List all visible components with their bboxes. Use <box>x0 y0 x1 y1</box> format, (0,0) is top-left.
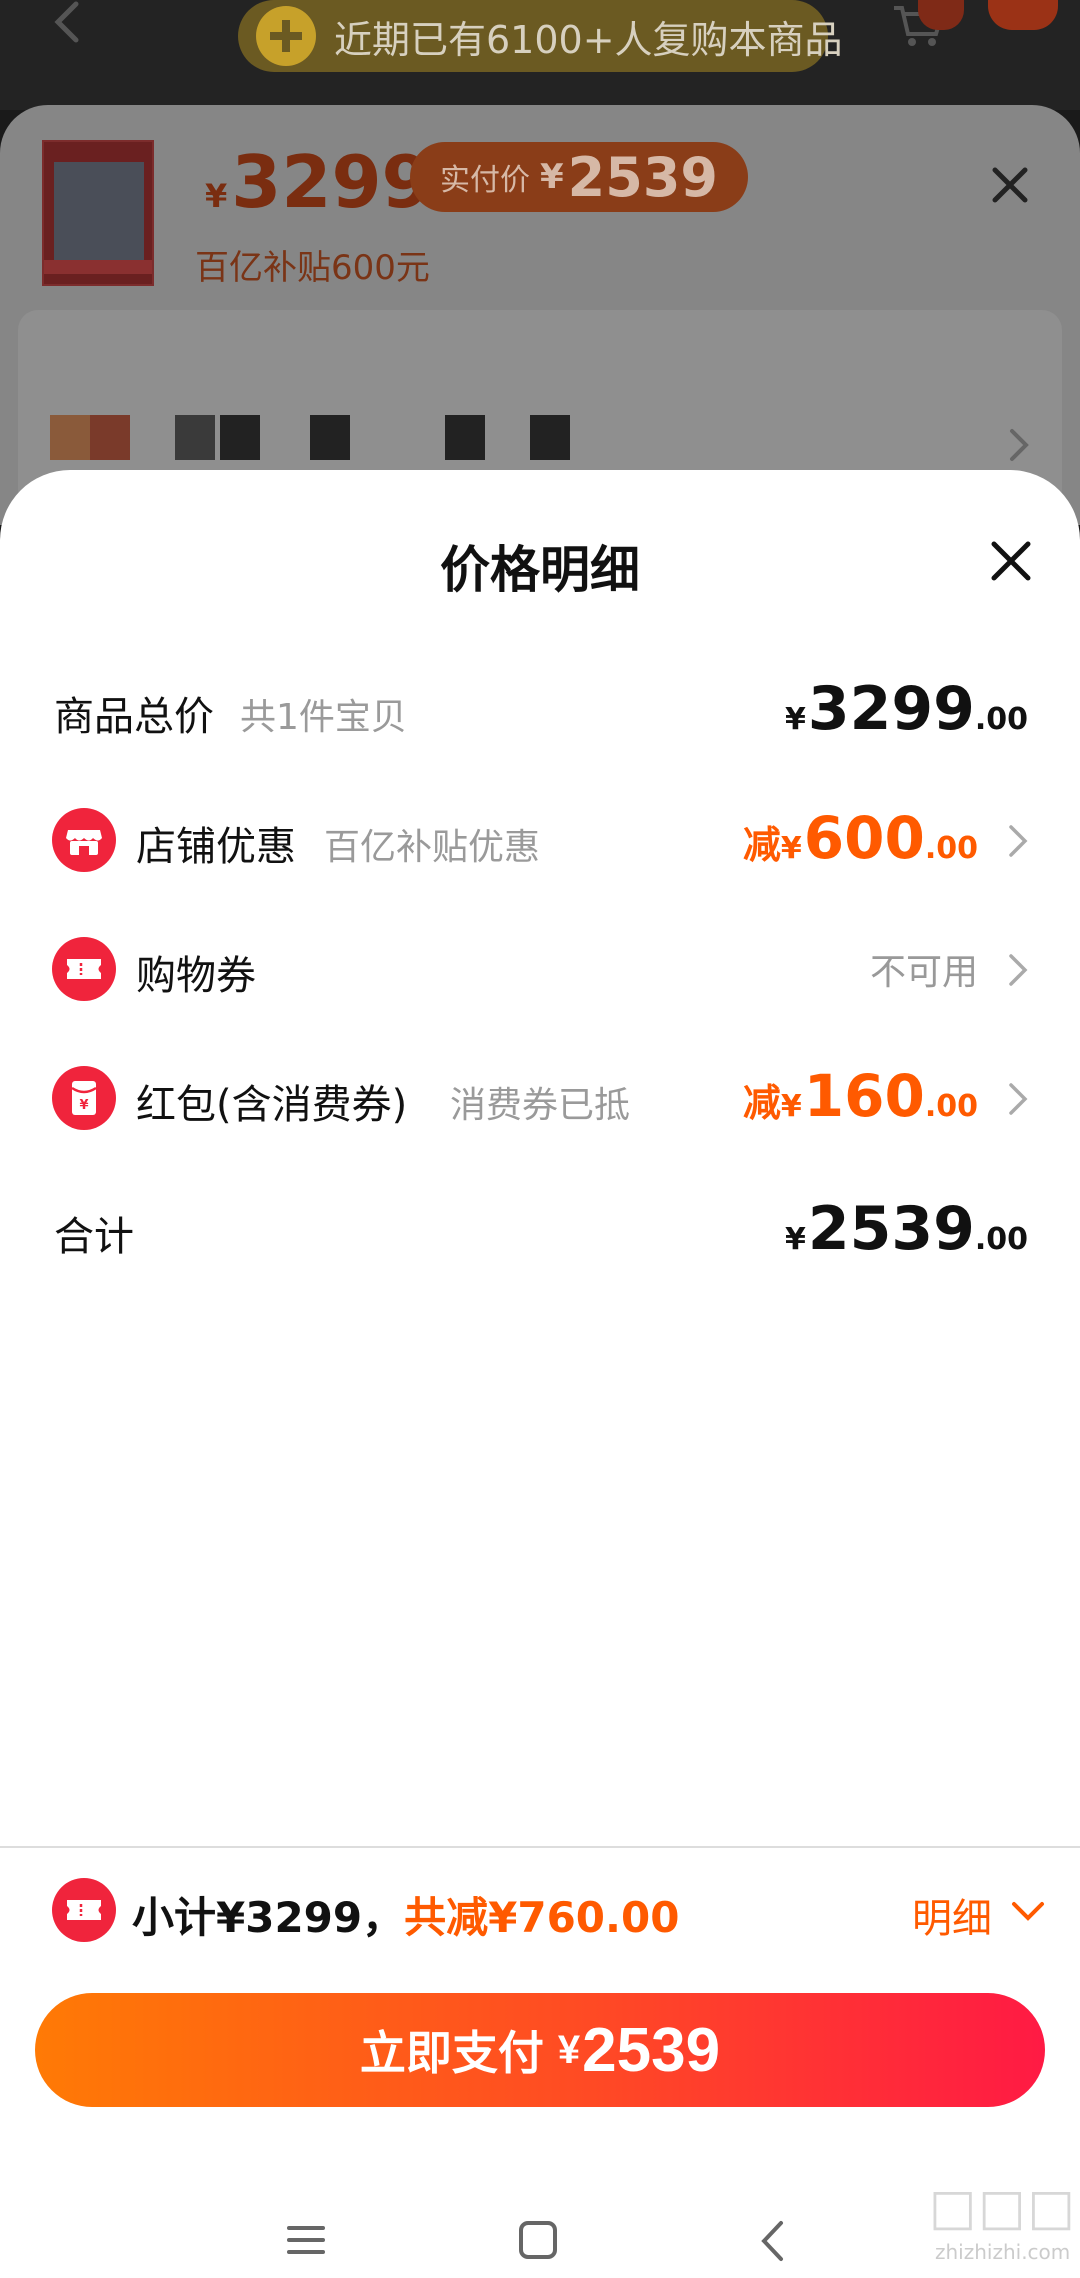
red-envelope-icon: ¥ <box>52 1066 116 1130</box>
divider <box>0 1846 1080 1848</box>
row-shop-discount-sub: 百亿补贴优惠 <box>324 827 541 868</box>
row-goods-total: 商品总价 共1件宝贝 ¥ 3299 .00 <box>0 670 1080 750</box>
sheet-title: 价格明细 <box>440 541 640 599</box>
chevron-right-icon <box>1009 825 1028 857</box>
total-discount-text: 共减¥760.00 <box>404 1893 680 1942</box>
row-shop-discount-amount: 减 ¥ 600 .00 <box>742 804 978 872</box>
recent-apps-icon[interactable] <box>285 2220 327 2260</box>
pay-now-label: 立即支付 <box>359 2027 544 2079</box>
row-goods-total-amount: ¥ 3299 .00 <box>784 674 1028 744</box>
pay-currency: ¥ <box>557 2027 581 2072</box>
back-chevron-icon <box>54 1 79 43</box>
notification-badge <box>988 0 1058 30</box>
price-detail-sheet: 价格明细 商品总价 共1件宝贝 ¥ 3299 .00 店铺优惠 百亿补贴优惠 减… <box>0 470 1080 2278</box>
chevron-down-icon[interactable] <box>1010 1900 1046 1922</box>
row-shopping-voucher-label: 购物券 <box>136 953 256 999</box>
row-shopping-voucher-status: 不可用 <box>869 952 978 993</box>
actual-price-badge: 实付价 ¥ 2539 <box>410 142 748 212</box>
row-goods-total-sub: 共1件宝贝 <box>240 697 407 738</box>
subtotal-text: 小计¥3299， <box>132 1893 405 1942</box>
pay-amount: 2539 <box>582 2015 721 2085</box>
watermark-glyphs: □□□ <box>929 2178 1077 2236</box>
row-grand-total: 合计 ¥ 2539 .00 <box>0 1190 1080 1270</box>
home-icon[interactable] <box>517 2218 559 2262</box>
redacted-content <box>50 415 610 460</box>
chevron-right-icon <box>1010 429 1029 461</box>
product-thumbnail <box>42 140 154 286</box>
subsidy-text: 百亿补贴600元 <box>195 248 430 288</box>
coupon-icon <box>52 1878 116 1942</box>
close-sheet-button[interactable] <box>988 538 1034 584</box>
chevron-right-icon <box>1009 1083 1028 1115</box>
coupon-icon <box>52 937 116 1001</box>
product-price: ¥ 3299 <box>205 140 432 224</box>
row-goods-total-label: 商品总价 <box>54 694 214 740</box>
row-red-envelope-label: 红包(含消费券) <box>136 1082 408 1128</box>
row-shopping-voucher[interactable]: 购物券 不可用 <box>0 929 1080 1009</box>
repurchase-banner: 近期已有6100+人复购本商品 <box>238 0 843 72</box>
summary-bar: 小计¥3299，共减¥760.00 明细 <box>0 1870 1080 1950</box>
pay-now-button[interactable]: 立即支付 ¥ 2539 <box>35 1993 1045 2107</box>
row-shop-discount-label: 店铺优惠 <box>136 824 296 870</box>
row-grand-total-amount: ¥ 2539 .00 <box>784 1194 1028 1264</box>
plus-badge-icon <box>256 6 316 66</box>
back-icon[interactable] <box>757 2218 787 2264</box>
close-icon <box>992 167 1028 203</box>
watermark-url: zhizhizhi.com <box>935 2240 1071 2264</box>
repurchase-banner-text: 近期已有6100+人复购本商品 <box>334 17 843 62</box>
row-grand-total-label: 合计 <box>54 1214 134 1260</box>
shop-icon <box>52 808 116 872</box>
system-nav-bar <box>0 2170 1080 2278</box>
row-red-envelope-amount: 减 ¥ 160 .00 <box>742 1062 978 1130</box>
chevron-right-icon <box>1009 954 1028 986</box>
detail-toggle[interactable]: 明细 <box>912 1886 992 1944</box>
row-red-envelope[interactable]: ¥ 红包(含消费券) 消费券已抵 减 ¥ 160 .00 <box>0 1058 1080 1138</box>
row-shop-discount[interactable]: 店铺优惠 百亿补贴优惠 减 ¥ 600 .00 <box>0 800 1080 880</box>
watermark-logo: □□□ zhizhizhi.com <box>925 2118 1075 2268</box>
summary-text: 小计¥3299，共减¥760.00 <box>132 1884 679 1945</box>
row-red-envelope-sub: 消费券已抵 <box>450 1085 631 1126</box>
svg-text:¥: ¥ <box>79 1098 88 1113</box>
